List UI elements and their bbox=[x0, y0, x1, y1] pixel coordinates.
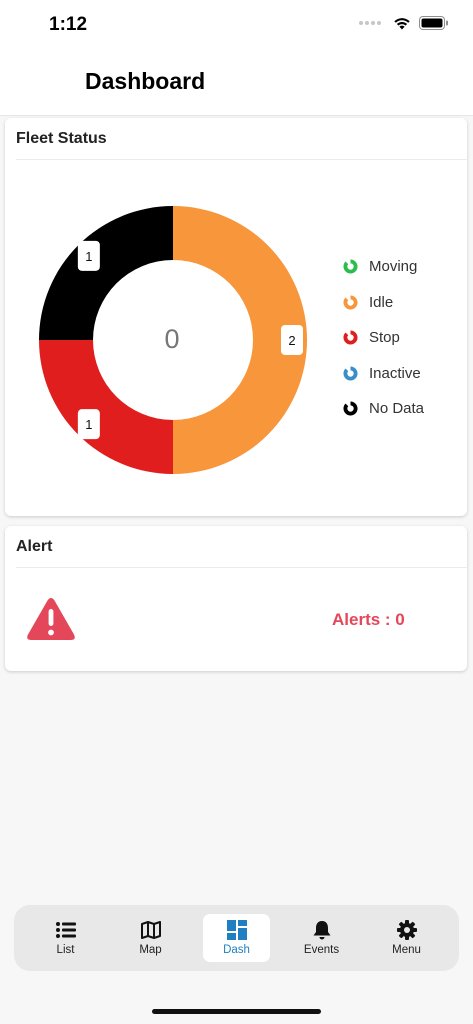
tab-label: Map bbox=[139, 944, 162, 956]
top-bar: 1:12 Dashboard bbox=[0, 0, 473, 116]
donut-legend-icon bbox=[343, 259, 358, 274]
legend-label: No Data bbox=[369, 400, 425, 418]
wifi-icon bbox=[394, 18, 410, 30]
fleet-status-title: Fleet Status bbox=[16, 130, 107, 147]
donut-slice-stop[interactable] bbox=[39, 340, 173, 474]
svg-text:1: 1 bbox=[85, 249, 92, 264]
donut-legend-icon bbox=[343, 366, 358, 381]
page-title: Dashboard bbox=[85, 68, 206, 94]
legend-label: Idle bbox=[369, 293, 394, 311]
donut-center-value: 0 bbox=[164, 324, 180, 354]
tab-dash[interactable]: Dash bbox=[203, 914, 270, 962]
tab-list[interactable]: List bbox=[32, 914, 99, 962]
donut-legend-icon bbox=[343, 330, 358, 345]
legend-item-idle: Idle bbox=[343, 285, 424, 321]
home-indicator bbox=[152, 1009, 321, 1014]
donut-value-label: 2 bbox=[281, 325, 303, 355]
alert-card: Alert Alerts : 0 bbox=[5, 526, 467, 671]
status-time: 1:12 bbox=[49, 14, 88, 35]
warning-icon bbox=[27, 598, 75, 640]
svg-text:2: 2 bbox=[288, 333, 295, 348]
legend-item-inactive: Inactive bbox=[343, 356, 424, 392]
legend-item-stop: Stop bbox=[343, 320, 424, 356]
alert-title: Alert bbox=[16, 538, 53, 555]
status-icons bbox=[359, 16, 449, 30]
tab-label: List bbox=[56, 944, 75, 956]
donut-legend-icon bbox=[343, 295, 358, 310]
tab-menu[interactable]: Menu bbox=[373, 914, 440, 962]
fleet-legend: Moving Idle Stop Inactive No Data bbox=[343, 249, 424, 427]
donut-value-label: 1 bbox=[77, 409, 100, 440]
legend-item-no-data: No Data bbox=[343, 391, 424, 427]
alert-count[interactable]: Alerts : 0 bbox=[332, 610, 405, 630]
list-icon bbox=[55, 922, 76, 938]
legend-item-moving: Moving bbox=[343, 249, 424, 285]
tab-label: Events bbox=[303, 944, 340, 956]
divider bbox=[16, 567, 467, 568]
tab-label: Menu bbox=[392, 944, 421, 956]
signal-icon bbox=[359, 21, 381, 25]
dashboard-icon bbox=[226, 920, 247, 940]
donut-value-label: 1 bbox=[77, 240, 100, 271]
legend-label: Stop bbox=[369, 329, 400, 347]
map-icon bbox=[140, 921, 161, 939]
fleet-status-card: Fleet Status 2 1 1 0 Moving Idle Stop Inac… bbox=[5, 118, 467, 516]
legend-label: Moving bbox=[369, 258, 418, 276]
tab-events[interactable]: Events bbox=[288, 914, 355, 962]
divider bbox=[16, 159, 467, 160]
donut-slice-no-data[interactable] bbox=[39, 206, 173, 340]
bell-icon bbox=[313, 921, 330, 940]
bottom-tab-bar: List Map Dash Events Menu bbox=[14, 905, 459, 971]
battery-icon bbox=[419, 16, 448, 30]
tab-map[interactable]: Map bbox=[117, 914, 184, 962]
legend-label: Inactive bbox=[369, 364, 421, 382]
gear-icon bbox=[396, 920, 417, 940]
svg-text:1: 1 bbox=[85, 417, 92, 432]
tab-label: Dash bbox=[223, 944, 250, 956]
donut-legend-icon bbox=[343, 401, 358, 416]
